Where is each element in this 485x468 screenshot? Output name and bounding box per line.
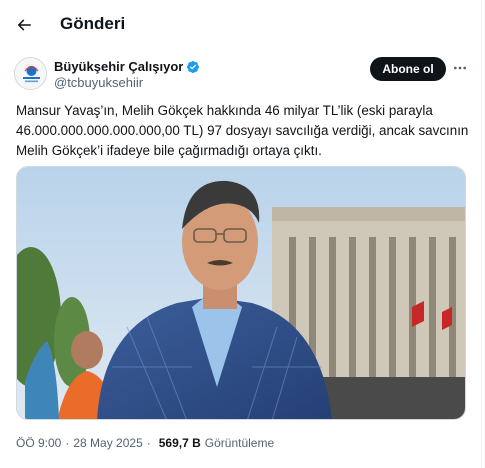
follow-button[interactable]: Abone ol xyxy=(370,57,446,81)
views-count: 569,7 B xyxy=(158,436,201,450)
tweet-detail-panel: Gönderi Büyükşehir Çalışıyor @tcbuyukseh… xyxy=(0,0,482,468)
views-label: Görüntüleme xyxy=(204,436,275,450)
author-handle[interactable]: @tcbuyuksehiir xyxy=(54,75,143,90)
page-header: Gönderi xyxy=(0,0,482,50)
display-name-text: Büyükşehir Çalışıyor xyxy=(54,59,184,74)
more-options-button[interactable] xyxy=(450,58,470,78)
photo-image xyxy=(17,167,465,419)
tweet-date[interactable]: 28 May 2025 xyxy=(73,436,142,450)
arrow-left-icon xyxy=(17,19,31,31)
tweet-time[interactable]: ÖÖ 9:00 xyxy=(16,436,61,450)
tweet-media-photo[interactable] xyxy=(16,166,466,420)
more-horizontal-icon xyxy=(454,66,466,70)
meta-separator: · xyxy=(146,436,151,450)
tweet-text: Mansur Yavaş’ın, Melih Gökçek hakkında 4… xyxy=(16,103,469,158)
author-display-name[interactable]: Büyükşehir Çalışıyor xyxy=(54,59,200,74)
page-title: Gönderi xyxy=(60,14,126,33)
tweet-meta: ÖÖ 9:00 · 28 May 2025 · 569,7 B Görüntül… xyxy=(16,436,274,450)
avatar-logo xyxy=(15,58,46,89)
meta-separator: · xyxy=(65,436,70,450)
back-button[interactable] xyxy=(8,9,40,41)
verified-badge-icon xyxy=(187,60,200,73)
avatar[interactable] xyxy=(14,57,47,90)
